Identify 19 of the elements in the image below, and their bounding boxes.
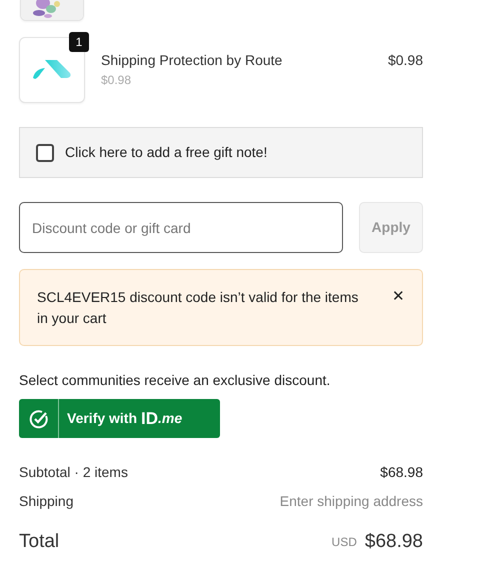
checkbox[interactable] xyxy=(36,144,54,162)
close-button[interactable]: ✕ xyxy=(392,287,405,307)
summary-label: Subtotal · 2 items xyxy=(19,463,128,482)
currency-label: USD xyxy=(332,534,357,552)
unit-price: $0.98 xyxy=(101,72,132,89)
route-logo-icon xyxy=(31,58,73,82)
check-circle-icon xyxy=(28,408,48,428)
gift-note-label: Click here to add a free gift note! xyxy=(65,143,268,162)
summary-value: Enter shipping address xyxy=(280,492,423,511)
product-name: Shipping Protection by Route xyxy=(101,51,284,70)
total-label: Total xyxy=(19,530,60,554)
community-note: Select communities receive an exclusive discount. xyxy=(19,371,332,390)
summary-label: Shipping xyxy=(19,492,74,511)
summary-value: $68.98 xyxy=(380,463,423,482)
verify-button[interactable]: Verify with ID.me xyxy=(19,399,220,438)
error-message: SCL4EVER15 discount code isn’t valid for the items in your cart xyxy=(37,288,360,328)
product-price: $0.98 xyxy=(388,51,423,70)
total-value: $68.98 xyxy=(364,530,423,554)
quantity-badge: 1 xyxy=(69,32,89,52)
